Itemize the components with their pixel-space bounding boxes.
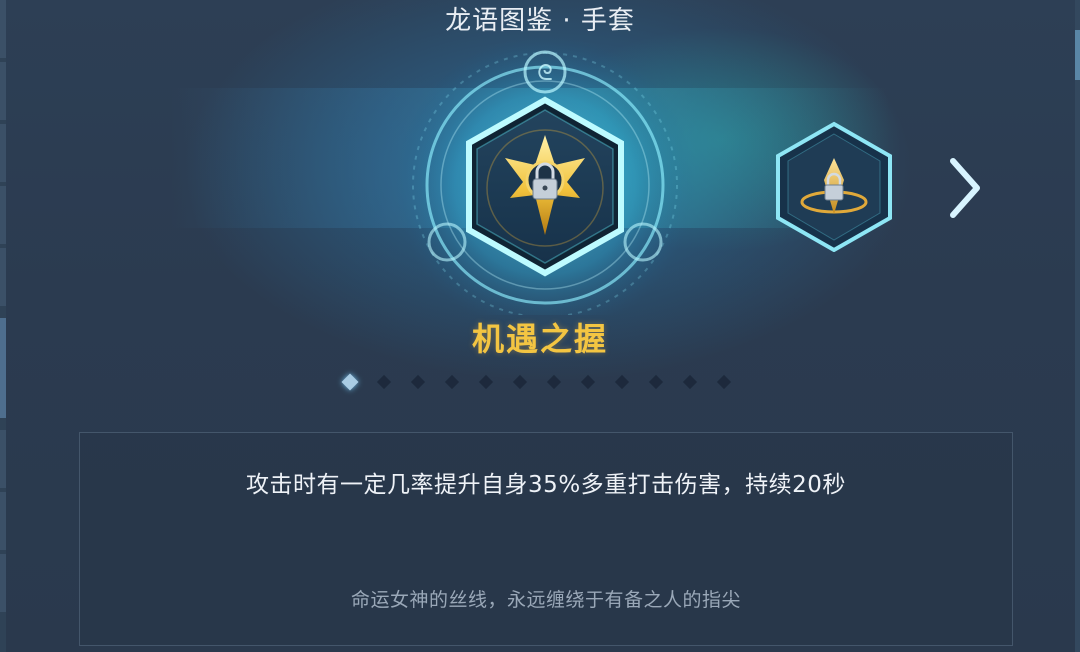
page-dot[interactable] [612, 372, 646, 392]
next-item-emblem-icon[interactable] [774, 120, 894, 252]
codex-screen: 龙语图鉴 · 手套 ᘓ 机遇之握 攻击时有一定几率提升自身35%多重打击伤害，持… [0, 0, 1080, 652]
left-tab[interactable] [0, 492, 6, 550]
glove-emblem-icon[interactable]: ᘓ [395, 30, 695, 315]
item-effect-text: 攻击时有一定几率提升自身35%多重打击伤害，持续20秒 [246, 472, 846, 498]
page-dot[interactable] [578, 372, 612, 392]
page-dot[interactable] [510, 372, 544, 392]
page-dot[interactable] [476, 372, 510, 392]
left-tab[interactable] [0, 124, 6, 182]
chevron-right-icon[interactable] [945, 155, 985, 221]
description-panel: 攻击时有一定几率提升自身35%多重打击伤害，持续20秒 命运女神的丝线，永远缠绕… [79, 432, 1013, 646]
item-flavor-text: 命运女神的丝线，永远缠绕于有备之人的指尖 [350, 589, 741, 611]
page-dot[interactable] [340, 372, 374, 392]
page-indicator [340, 372, 748, 392]
page-dot[interactable] [374, 372, 408, 392]
svg-text:ᘓ: ᘓ [537, 61, 553, 86]
page-dot[interactable] [442, 372, 476, 392]
page-dot[interactable] [714, 372, 748, 392]
left-tab[interactable] [0, 186, 6, 244]
item-name: 机遇之握 [471, 320, 608, 358]
page-dot[interactable] [646, 372, 680, 392]
scroll-thumb[interactable] [1075, 30, 1080, 80]
page-dot[interactable] [544, 372, 578, 392]
left-tab[interactable] [0, 248, 6, 306]
left-tab[interactable] [0, 430, 6, 488]
left-tab[interactable] [0, 62, 6, 120]
page-dot[interactable] [680, 372, 714, 392]
left-tab[interactable] [0, 554, 6, 612]
page-dot[interactable] [408, 372, 442, 392]
